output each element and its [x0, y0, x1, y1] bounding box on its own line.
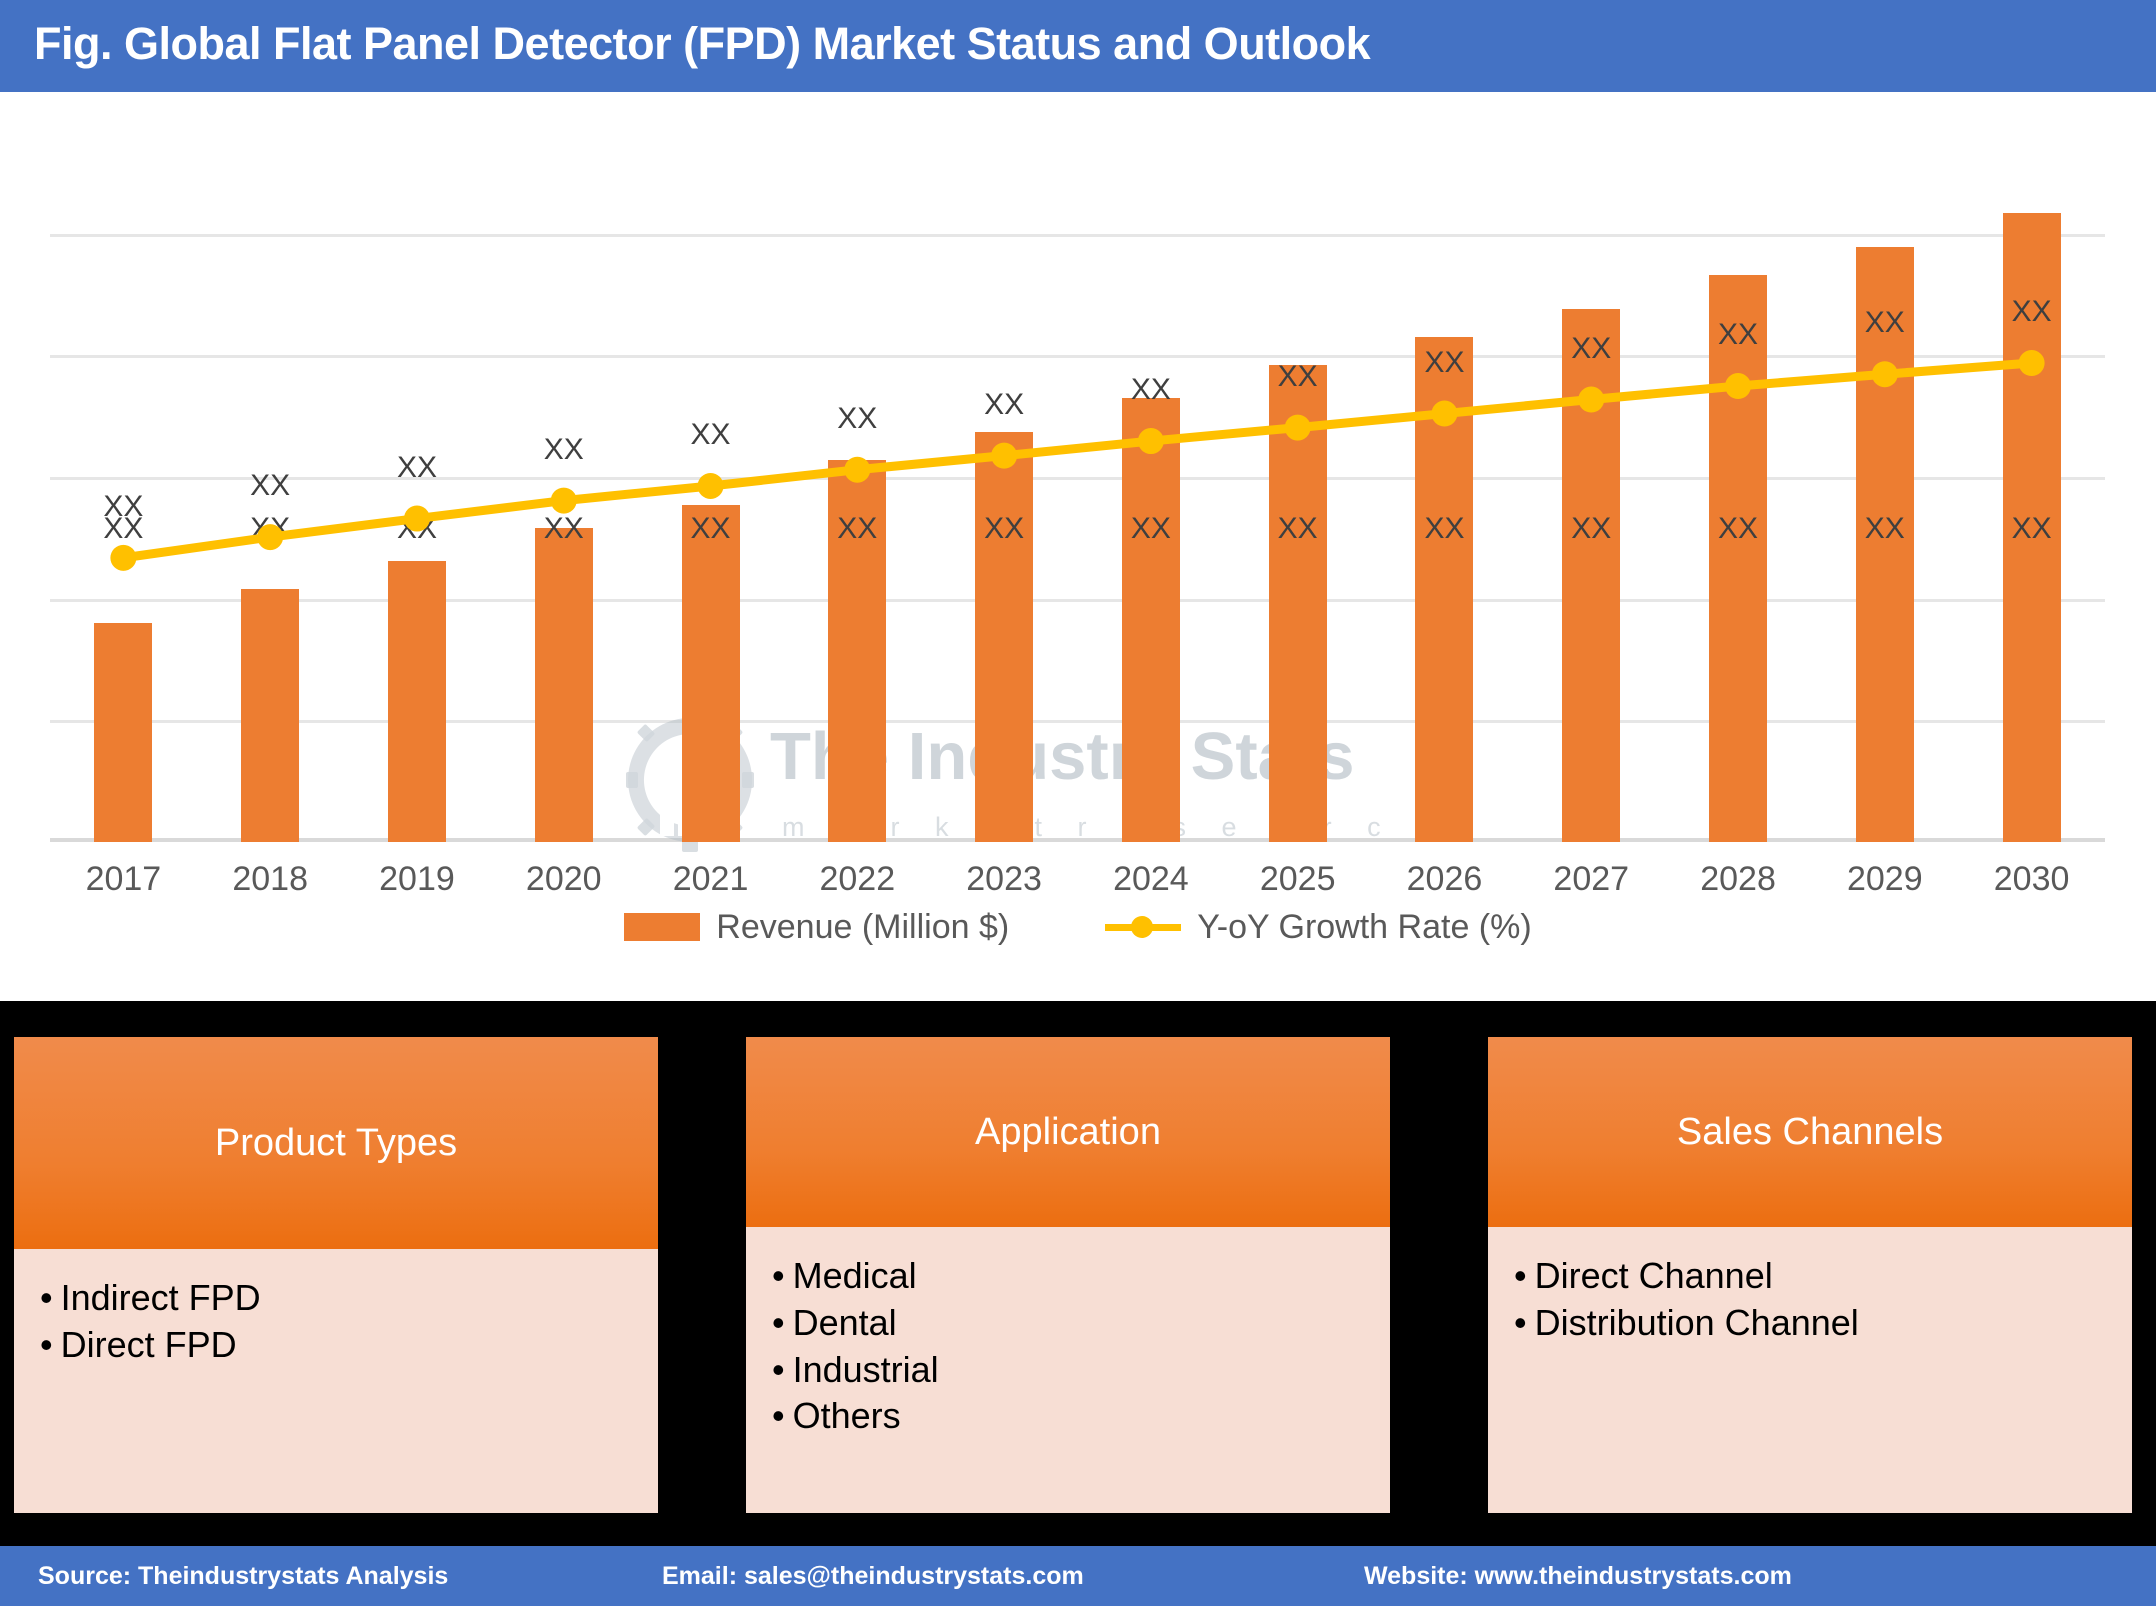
line-marker [1137, 428, 1164, 455]
legend-label-growth-rate: Y-oY Growth Rate (%) [1197, 907, 1532, 946]
legend-line-marker-icon [1105, 916, 1182, 938]
line-marker [697, 472, 724, 499]
line-value-label: XX [837, 401, 878, 435]
page-title: Fig. Global Flat Panel Detector (FPD) Ma… [34, 18, 1371, 69]
chart-panel: The Industry Stats m a r k e t r e s e a… [0, 92, 2156, 1001]
segment-body-sales-channels: Direct Channel Distribution Channel [1488, 1227, 2132, 1513]
legend-bar-swatch-icon [624, 913, 701, 941]
line-marker [991, 442, 1018, 469]
line-series [110, 350, 2045, 571]
list-item: Industrial [772, 1347, 1364, 1394]
line-value-label: XX [1277, 359, 1318, 393]
line-marker [1871, 361, 1898, 388]
segment-title: Product Types [214, 1121, 458, 1164]
segment-header-product-types: Product Types [14, 1037, 658, 1249]
plot-area: The Industry Stats m a r k e t r e s e a… [50, 112, 2105, 852]
list-item: Dental [772, 1300, 1364, 1347]
list-item: Distribution Channel [1514, 1300, 2106, 1347]
segment-title: Application [975, 1110, 1161, 1153]
footer-source: Source: Theindustrystats Analysis [38, 1562, 449, 1590]
line-marker [2018, 350, 2045, 377]
list-item: Medical [772, 1253, 1364, 1300]
title-bar: Fig. Global Flat Panel Detector (FPD) Ma… [0, 0, 2156, 92]
list-item: Direct FPD [40, 1322, 632, 1369]
footer-bar: Source: Theindustrystats Analysis Email:… [0, 1546, 2156, 1606]
line-marker [257, 524, 284, 551]
legend-item-revenue[interactable]: Revenue (Million $) [624, 908, 1009, 947]
line-marker [1431, 400, 1458, 427]
legend-label-revenue: Revenue (Million $) [716, 907, 1010, 946]
line-value-label: XX [396, 450, 437, 484]
line-value-label: XX [1864, 306, 1905, 340]
list-item: Others [772, 1393, 1364, 1440]
segment-card-sales-channels: Sales Channels Direct Channel Distributi… [1488, 1037, 2132, 1513]
line-value-label: XX [543, 432, 584, 466]
line-marker [110, 544, 137, 571]
segmentation-panels: Product Types Indirect FPD Direct FPD Ap… [0, 1001, 2156, 1546]
line-value-label: XX [1424, 345, 1465, 379]
line-marker [1725, 373, 1752, 400]
line-marker [1284, 414, 1311, 441]
line-value-label: XX [984, 387, 1025, 421]
segment-body-application: Medical Dental Industrial Others [746, 1227, 1390, 1513]
segment-header-application: Application [746, 1037, 1390, 1227]
segment-title: Sales Channels [1676, 1110, 1944, 1153]
list-item: Direct Channel [1514, 1253, 2106, 1300]
line-marker [550, 487, 577, 514]
segment-card-application: Application Medical Dental Industrial Ot… [746, 1037, 1390, 1513]
legend-item-growth-rate[interactable]: Y-oY Growth Rate (%) [1105, 907, 1532, 947]
line-value-label: XX [690, 417, 731, 451]
line-marker [403, 505, 430, 532]
footer-website[interactable]: Website: www.theindustrystats.com [1364, 1562, 1792, 1591]
line-value-label: XX [1571, 331, 1612, 365]
footer-email[interactable]: Email: sales@theindustrystats.com [662, 1562, 1084, 1591]
line-marker [1578, 386, 1605, 413]
segment-header-sales-channels: Sales Channels [1488, 1037, 2132, 1227]
line-value-label: XX [1718, 318, 1759, 352]
line-value-label: XX [250, 469, 291, 503]
list-item: Indirect FPD [40, 1275, 632, 1322]
segment-card-product-types: Product Types Indirect FPD Direct FPD [14, 1037, 658, 1513]
line-value-label: XX [1130, 373, 1171, 407]
line-value-label: XX [103, 489, 144, 523]
line-marker [844, 456, 871, 483]
line-value-label: XX [2011, 295, 2052, 328]
segment-body-product-types: Indirect FPD Direct FPD [14, 1249, 658, 1513]
chart-legend: Revenue (Million $) Y-oY Growth Rate (%) [0, 892, 2156, 962]
